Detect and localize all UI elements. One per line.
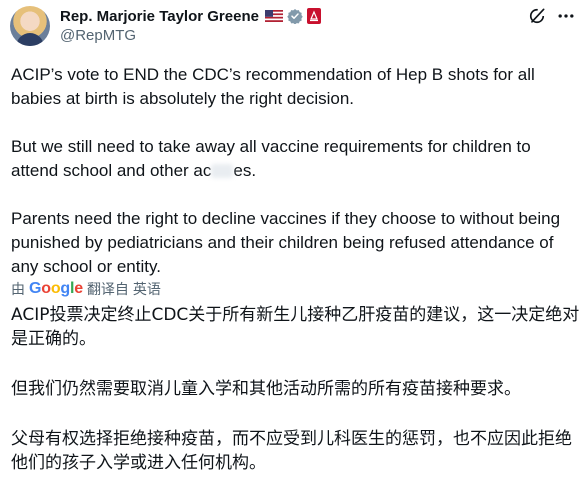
government-seal-icon: [306, 8, 321, 24]
translation-attribution: 由 Google 翻译自 英语: [11, 279, 161, 299]
tweet-paragraph: ACIP’s vote to END the CDC’s recommendat…: [11, 65, 535, 108]
translated-paragraph: 但我们仍然需要取消儿童入学和其他活动所需的所有疫苗接种要求。: [11, 379, 521, 399]
tweet-paragraph-part: es.: [233, 161, 257, 180]
tweet-text: ACIP’s vote to END the CDC’s recommendat…: [11, 63, 581, 279]
author-name-row: Rep. Marjorie Taylor Greene: [60, 6, 321, 26]
redaction-blur: [211, 164, 234, 178]
us-flag-icon: [264, 10, 283, 22]
translation-by-label: 由: [11, 281, 25, 297]
display-name[interactable]: Rep. Marjorie Taylor Greene: [60, 8, 259, 25]
translated-paragraph: 父母有权选择拒绝接种疫苗，而不应受到儿科医生的惩罚，也不应因此拒绝他们的孩子入学…: [11, 429, 572, 473]
translated-from-link[interactable]: 翻译自 英语: [87, 279, 161, 299]
tweet-paragraph-part: But we still need to take away all vacci…: [11, 137, 531, 180]
grok-icon[interactable]: [527, 6, 547, 26]
author-handle[interactable]: @RepMTG: [60, 27, 136, 44]
verified-icon[interactable]: [287, 8, 303, 24]
tweet-paragraph: Parents need the right to decline vaccin…: [11, 209, 561, 276]
translated-text: ACIP投票决定终止CDC关于所有新生儿接种乙肝疫苗的建议，这一决定绝对是正确的…: [11, 303, 581, 475]
google-logo: Google: [29, 280, 83, 297]
avatar-figure: [16, 33, 44, 46]
translated-paragraph: ACIP投票决定终止CDC关于所有新生儿接种乙肝疫苗的建议，这一决定绝对是正确的…: [11, 305, 580, 349]
tweet-paragraph: But we still need to take away all vacci…: [11, 135, 581, 183]
avatar[interactable]: [10, 6, 50, 46]
post-card: Rep. Marjorie Taylor Greene @RepMTG ACIP…: [0, 0, 586, 481]
more-icon[interactable]: [556, 6, 576, 26]
